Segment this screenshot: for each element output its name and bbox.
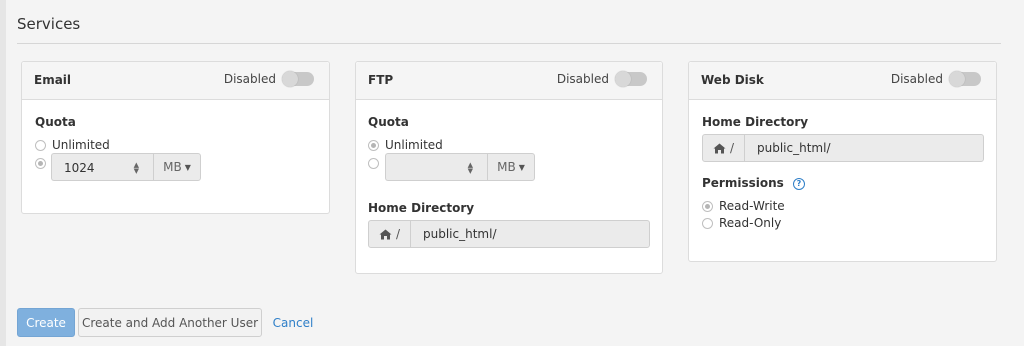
webdisk-home-input[interactable]: public_html/ xyxy=(745,135,830,161)
webdisk-toggle-switch[interactable] xyxy=(949,71,981,87)
ftp-custom-quota-radio[interactable] xyxy=(368,158,379,169)
email-quota-group: 1024 ▲ ▼ MB ▼ xyxy=(51,153,201,181)
create-and-add-another-button[interactable]: Create and Add Another User xyxy=(78,308,262,337)
email-panel-header: Email Disabled xyxy=(22,62,329,100)
create-button[interactable]: Create xyxy=(17,308,75,337)
webdisk-read-write-option[interactable]: Read-Write xyxy=(702,199,785,213)
webdisk-toggle-group: Disabled xyxy=(890,71,981,87)
ftp-toggle-switch[interactable] xyxy=(615,71,647,87)
email-unlimited-radio[interactable] xyxy=(35,139,46,151)
webdisk-permissions-label: Permissions xyxy=(702,176,784,190)
home-icon xyxy=(379,229,392,239)
webdisk-home-addon: / xyxy=(703,135,745,161)
spinner-icon[interactable]: ▲ ▼ xyxy=(134,162,139,175)
email-quota-label: Quota xyxy=(35,115,76,129)
home-icon xyxy=(713,143,726,153)
ftp-toggle-group: Disabled xyxy=(556,71,647,87)
section-divider xyxy=(17,43,1001,44)
webdisk-read-only-label: Read-Only xyxy=(719,216,782,230)
ftp-quota-label: Quota xyxy=(368,115,409,129)
ftp-unit-label: MB xyxy=(497,160,516,174)
email-unlimited-option[interactable]: Unlimited xyxy=(35,138,110,152)
webdisk-toggle-label: Disabled xyxy=(890,72,943,86)
ftp-unlimited-option[interactable]: Unlimited xyxy=(368,138,443,152)
ftp-home-label: Home Directory xyxy=(368,201,475,215)
caret-down-icon: ▼ xyxy=(518,162,525,172)
email-quota-input[interactable]: 1024 ▲ ▼ xyxy=(51,153,153,181)
email-panel-title: Email xyxy=(34,73,72,87)
email-unit-dropdown[interactable]: MB ▼ xyxy=(153,153,201,181)
email-toggle-switch[interactable] xyxy=(282,71,314,87)
left-edge xyxy=(0,0,6,346)
webdisk-panel: Web Disk Disabled Home Directory / publi… xyxy=(688,61,997,262)
email-panel: Email Disabled Quota Unlimited 1024 ▲ ▼ M… xyxy=(21,61,330,214)
ftp-toggle-label: Disabled xyxy=(556,72,609,86)
email-quota-value: 1024 xyxy=(64,161,95,175)
spinner-icon[interactable]: ▲ ▼ xyxy=(468,162,473,175)
ftp-panel-title: FTP xyxy=(368,73,394,87)
email-unit-label: MB xyxy=(163,160,182,174)
question-circle-icon[interactable]: ? xyxy=(792,178,805,190)
ftp-panel: FTP Disabled Quota Unlimited ▲ ▼ MB ▼ Hom… xyxy=(355,61,663,274)
webdisk-home-label: Home Directory xyxy=(702,115,809,129)
webdisk-home-group: / public_html/ xyxy=(702,134,984,162)
ftp-unlimited-label: Unlimited xyxy=(385,138,443,152)
ftp-panel-header: FTP Disabled xyxy=(356,62,662,100)
webdisk-home-prefix: / xyxy=(729,141,735,155)
email-unlimited-label: Unlimited xyxy=(52,138,110,152)
ftp-home-input[interactable]: public_html/ xyxy=(411,221,496,247)
webdisk-read-write-label: Read-Write xyxy=(719,199,785,213)
webdisk-permissions-label-row: Permissions ? xyxy=(702,176,805,190)
email-custom-quota-radio[interactable] xyxy=(35,158,46,169)
email-toggle-label: Disabled xyxy=(223,72,276,86)
ftp-home-prefix: / xyxy=(395,227,401,241)
webdisk-panel-title: Web Disk xyxy=(701,73,764,87)
ftp-home-addon: / xyxy=(369,221,411,247)
webdisk-read-write-radio[interactable] xyxy=(702,200,713,212)
webdisk-panel-header: Web Disk Disabled xyxy=(689,62,996,100)
email-toggle-group: Disabled xyxy=(223,71,314,87)
webdisk-read-only-radio[interactable] xyxy=(702,217,713,229)
webdisk-read-only-option[interactable]: Read-Only xyxy=(702,216,781,230)
caret-down-icon: ▼ xyxy=(184,162,191,172)
ftp-quota-input[interactable]: ▲ ▼ xyxy=(385,153,487,181)
section-title: Services xyxy=(17,15,81,33)
ftp-unlimited-radio[interactable] xyxy=(368,139,379,151)
cancel-link[interactable]: Cancel xyxy=(266,308,320,337)
ftp-unit-dropdown[interactable]: MB ▼ xyxy=(487,153,535,181)
ftp-quota-group: ▲ ▼ MB ▼ xyxy=(385,153,535,181)
ftp-home-group: / public_html/ xyxy=(368,220,650,248)
